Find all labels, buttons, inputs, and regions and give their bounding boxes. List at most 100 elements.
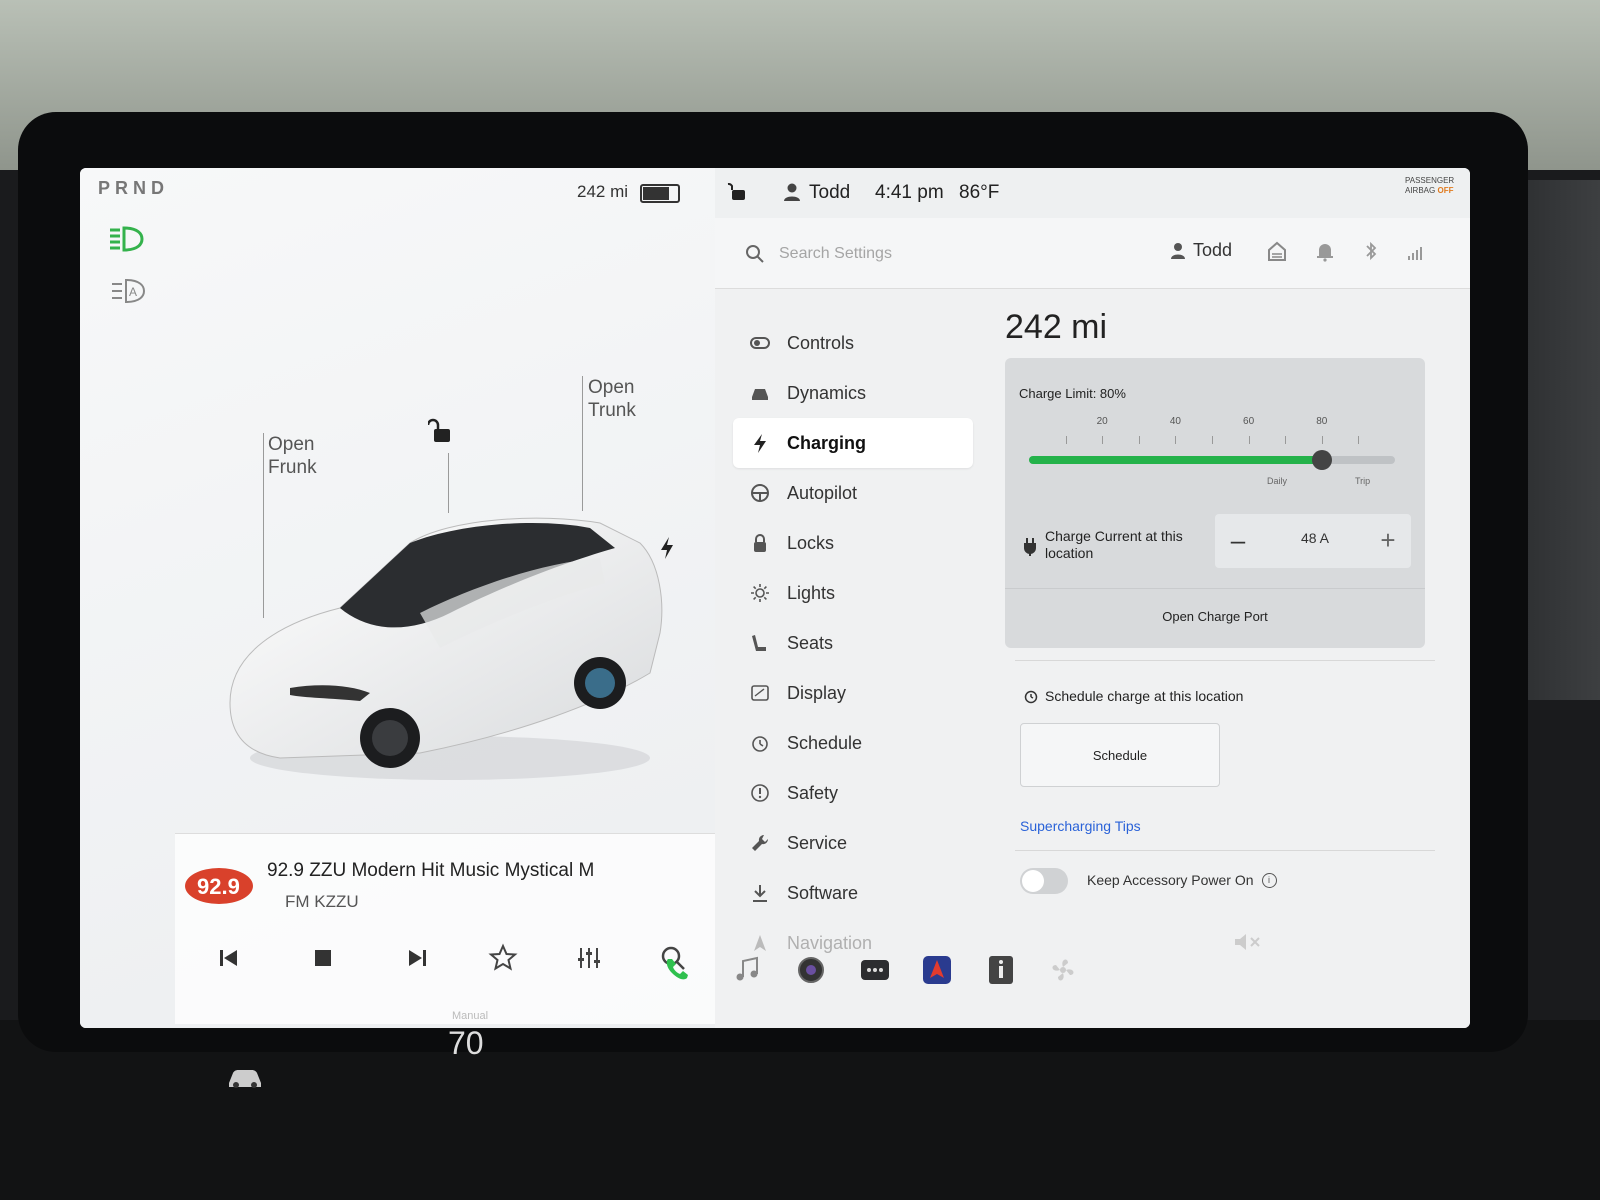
now-playing-title: 92.9 ZZU Modern Hit Music Mystical M	[267, 860, 595, 881]
supercharging-tips-link[interactable]: Supercharging Tips	[1020, 818, 1141, 834]
schedule-button[interactable]: Schedule	[1020, 723, 1220, 787]
sidebar-item-label: Display	[787, 682, 847, 703]
headlight-icon[interactable]	[106, 224, 146, 254]
open-frunk-button[interactable]: Open Frunk	[268, 433, 317, 479]
sidebar-item-autopilot[interactable]: Autopilot	[733, 468, 973, 518]
charge-scale-tick	[1358, 436, 1360, 444]
open-trunk-button[interactable]: Open Trunk	[588, 376, 636, 422]
clock: 4:41 pm	[875, 182, 944, 203]
previous-icon[interactable]	[211, 940, 247, 976]
profile-name[interactable]: Todd	[1193, 240, 1232, 261]
charge-limit-slider-thumb[interactable]	[1311, 450, 1332, 470]
schedule-charge-text: Schedule charge at this location	[1045, 688, 1244, 704]
homelink-garage-icon[interactable]	[1267, 240, 1287, 262]
status-bar: Todd 4:41 pm 86°F PASSENGER AIRBAG OFF	[715, 168, 1470, 218]
settings-nav: Controls Dynamics Charging Autopilot Locks Li…	[733, 318, 973, 968]
charge-limit-slider[interactable]	[1029, 450, 1395, 470]
steering-wheel-icon	[751, 484, 769, 502]
sidebar-item-label: Service	[787, 832, 848, 853]
charge-limit-card: Charge Limit: 80% 20 40 60 80 Daily Trip Ch…	[1005, 358, 1425, 648]
charge-current-stepper: – 48 A +	[1215, 514, 1411, 568]
bolt-icon	[754, 434, 766, 453]
schedule-charge-label: Schedule charge at this location	[1023, 688, 1243, 704]
car-view-pane: PRND 242 mi A Open Frunk Open Trunk 92.9…	[80, 168, 715, 1028]
phone-icon[interactable]	[660, 953, 694, 987]
sidebar-item-label: Software	[787, 882, 859, 903]
sidebar-item-label: Safety	[787, 782, 839, 803]
sidebar-item-charging[interactable]: Charging	[733, 418, 973, 468]
svg-text:A: A	[129, 285, 137, 299]
increase-current-button[interactable]: +	[1373, 524, 1403, 555]
charge-scale-label: 80	[1316, 416, 1328, 427]
sidebar-item-display[interactable]: Display	[733, 668, 973, 718]
charge-current-value: 48 A	[1300, 530, 1330, 546]
divider	[1015, 660, 1435, 661]
airbag-label-line2: AIRBAG	[1405, 186, 1436, 195]
favorite-star-icon[interactable]	[485, 940, 521, 976]
stop-icon[interactable]	[305, 940, 341, 976]
more-apps-icon[interactable]	[858, 953, 892, 987]
open-trunk-label-line1: Open	[588, 377, 635, 398]
sidebar-item-lights[interactable]: Lights	[733, 568, 973, 618]
auto-headlight-icon[interactable]: A	[108, 276, 148, 306]
keep-accessory-power-toggle[interactable]	[1020, 868, 1068, 894]
sidebar-item-locks[interactable]: Locks	[733, 518, 973, 568]
car-menu-icon[interactable]	[225, 1065, 265, 1091]
charge-limit-label: Charge Limit: 80%	[1019, 386, 1126, 401]
sidebar-item-dynamics[interactable]: Dynamics	[733, 368, 973, 418]
decrease-current-button[interactable]: –	[1223, 524, 1253, 555]
toggle-icon	[750, 337, 770, 349]
next-icon[interactable]	[399, 940, 435, 976]
search-icon	[746, 245, 764, 263]
camera-icon[interactable]	[794, 953, 828, 987]
passenger-airbag-status: PASSENGER AIRBAG OFF	[1405, 176, 1467, 206]
outside-temperature: 86°F	[959, 182, 1000, 203]
navigation-app-icon[interactable]	[920, 953, 954, 987]
open-frunk-label-line2: Frunk	[268, 457, 317, 478]
alarm-clock-icon	[1024, 690, 1038, 704]
plug-icon	[1024, 538, 1036, 556]
notification-bell-icon[interactable]	[1315, 240, 1335, 262]
sidebar-item-controls[interactable]: Controls	[733, 318, 973, 368]
sidebar-item-label: Seats	[787, 632, 834, 653]
info-icon[interactable]: i	[1261, 872, 1277, 888]
bluetooth-icon[interactable]	[1361, 240, 1381, 262]
charge-scale-tick	[1065, 436, 1067, 444]
airbag-state: OFF	[1437, 186, 1454, 195]
lock-icon	[754, 534, 766, 552]
open-charge-port-button[interactable]: Open Charge Port	[1005, 588, 1425, 645]
mute-volume-icon[interactable]	[1232, 930, 1262, 954]
now-playing-band: FM KZZU	[285, 892, 359, 911]
charge-current-row: Charge Current at this location – 48 A +	[1005, 508, 1425, 578]
sidebar-item-schedule[interactable]: Schedule	[733, 718, 973, 768]
charge-scale-tick	[1248, 436, 1250, 444]
seat-icon	[752, 635, 766, 651]
battery-icon	[640, 184, 680, 203]
car-icon	[752, 389, 768, 400]
sidebar-item-label: Controls	[787, 332, 855, 353]
trip-range-label: Trip	[1355, 476, 1371, 486]
driver-profile-icon[interactable]	[783, 182, 801, 202]
sidebar-item-label: Lights	[787, 582, 836, 603]
charge-scale-tick	[1285, 436, 1287, 444]
charge-scale-tick	[1321, 436, 1323, 444]
sidebar-item-label: Autopilot	[787, 482, 858, 503]
sidebar-item-safety[interactable]: Safety	[733, 768, 973, 818]
manual-info-icon[interactable]	[984, 953, 1018, 987]
lte-signal-icon	[1408, 247, 1422, 260]
sidebar-item-software[interactable]: Software	[733, 868, 973, 918]
driver-name[interactable]: Todd	[809, 182, 850, 204]
station-logo-text: 92.9	[197, 874, 240, 899]
music-note-icon[interactable]	[730, 953, 764, 987]
sidebar-item-label: Dynamics	[787, 382, 867, 403]
lock-status-icon[interactable]	[727, 180, 749, 202]
unlock-icon[interactable]	[428, 418, 454, 444]
search-settings-input[interactable]	[777, 238, 1081, 270]
sidebar-item-service[interactable]: Service	[733, 818, 973, 868]
cabin-temperature[interactable]: 70	[448, 1025, 484, 1062]
car-model-image	[229, 517, 663, 780]
climate-mode-label: Manual	[452, 1010, 489, 1022]
fan-icon[interactable]	[1046, 953, 1080, 987]
app-dock	[580, 935, 1220, 1005]
sidebar-item-seats[interactable]: Seats	[733, 618, 973, 668]
